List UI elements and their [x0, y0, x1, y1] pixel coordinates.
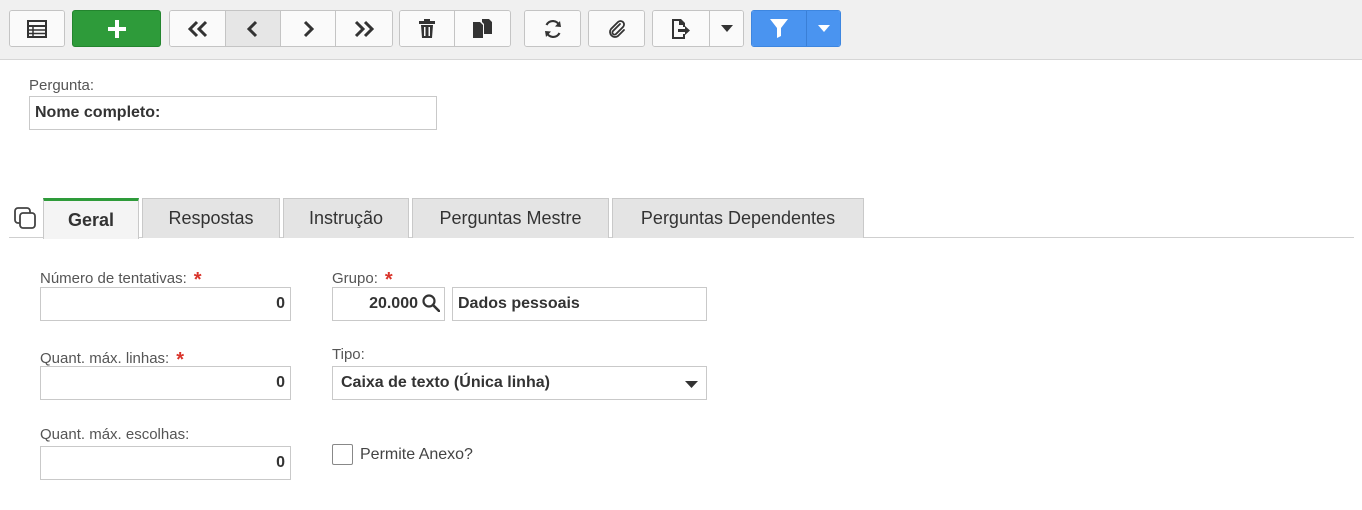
paperclip-icon	[608, 19, 625, 38]
toolbar	[0, 0, 1362, 60]
refresh-button[interactable]	[525, 11, 580, 46]
tab-perguntas-dependentes[interactable]: Perguntas Dependentes	[612, 198, 864, 238]
allow-attachment-label: Permite Anexo?	[360, 446, 473, 463]
type-select[interactable]: Caixa de texto (Única linha)	[332, 366, 707, 400]
filter-menu-button[interactable]	[807, 11, 840, 46]
chevron-left-icon	[246, 20, 258, 37]
filter-icon	[770, 19, 788, 38]
add-button[interactable]	[72, 10, 161, 47]
refresh-icon	[544, 19, 561, 38]
previous-record-button[interactable]	[226, 11, 281, 46]
double-chevron-right-icon	[354, 20, 375, 37]
chevron-down-icon	[685, 381, 698, 388]
trash-icon	[419, 19, 435, 38]
filter-button[interactable]	[752, 11, 807, 46]
chevron-right-icon	[303, 20, 315, 37]
question-input[interactable]: Nome completo:	[29, 96, 437, 130]
tab-perguntas-mestre[interactable]: Perguntas Mestre	[412, 198, 609, 238]
max-lines-input[interactable]: 0	[40, 366, 291, 400]
attach-group	[588, 10, 645, 47]
group-label: Grupo: *	[332, 269, 393, 291]
last-record-button[interactable]	[336, 11, 392, 46]
edit-group	[399, 10, 511, 47]
type-label: Tipo:	[332, 346, 365, 363]
copy-icon[interactable]	[14, 207, 37, 230]
question-label: Pergunta:	[29, 77, 95, 94]
copy-documents-icon	[472, 19, 492, 38]
group-name-field: Dados pessoais	[452, 287, 707, 321]
list-view-group	[9, 10, 65, 47]
search-icon[interactable]	[422, 294, 440, 312]
max-choices-input[interactable]: 0	[40, 446, 291, 480]
caret-down-icon	[817, 25, 830, 32]
plus-icon	[107, 19, 126, 38]
allow-attachment-checkbox[interactable]	[332, 444, 353, 465]
tab-instrucao[interactable]: Instrução	[283, 198, 409, 238]
navigation-group	[169, 10, 393, 47]
tab-respostas[interactable]: Respostas	[142, 198, 280, 238]
attempts-label: Número de tentativas: *	[40, 269, 202, 291]
tab-geral[interactable]: Geral	[43, 198, 139, 239]
file-export-icon	[672, 18, 690, 39]
double-chevron-left-icon	[187, 20, 207, 37]
filter-group	[751, 10, 841, 47]
group-code-value: 20.000	[369, 295, 418, 312]
export-menu-button[interactable]	[710, 11, 743, 46]
attempts-input[interactable]: 0	[40, 287, 291, 321]
duplicate-button[interactable]	[455, 11, 510, 46]
max-choices-label: Quant. máx. escolhas:	[40, 426, 190, 443]
export-button[interactable]	[653, 11, 710, 46]
first-record-button[interactable]	[170, 11, 226, 46]
delete-button[interactable]	[400, 11, 455, 46]
next-record-button[interactable]	[281, 11, 336, 46]
table-list-icon	[27, 19, 47, 38]
refresh-group	[524, 10, 581, 47]
caret-down-icon	[720, 25, 733, 32]
list-view-button[interactable]	[10, 11, 64, 46]
attach-button[interactable]	[589, 11, 644, 46]
export-group	[652, 10, 744, 47]
